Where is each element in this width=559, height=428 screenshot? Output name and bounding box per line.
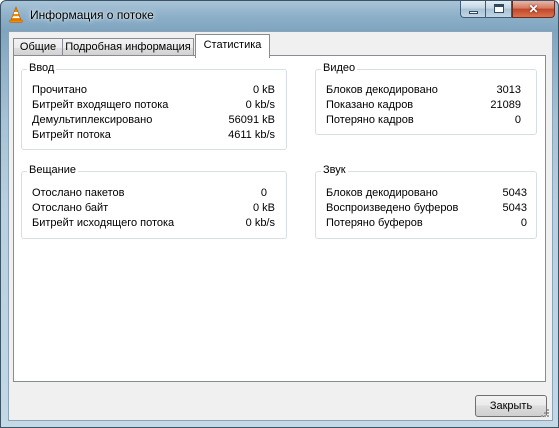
row-label: Потеряно кадров — [326, 114, 414, 126]
video-row-frames-lost: Потеряно кадров 0 — [326, 114, 521, 128]
input-row-stream-bitrate: Битрейт потока 4611 kb/s — [32, 129, 275, 143]
stream-out-group: Вещание Отослано пакетов 0 Отослано байт… — [21, 164, 287, 239]
row-value: 21089 — [490, 99, 521, 111]
window-title: Информация о потоке — [30, 8, 154, 22]
sout-row-bytes-sent: Отослано байт 0 kB — [32, 202, 275, 216]
row-value: 3013 — [496, 84, 521, 96]
row-label: Блоков декодировано — [326, 84, 438, 96]
row-label: Битрейт исходящего потока — [32, 217, 175, 229]
row-value: 56091 kB — [228, 114, 275, 126]
video-group: Видео Блоков декодировано 3013 Показано … — [315, 62, 537, 135]
audio-group: Звук Блоков декодировано 5043 Воспроизве… — [315, 164, 537, 239]
row-label: Потеряно буферов — [326, 217, 423, 229]
row-label: Битрейт входящего потока — [32, 99, 169, 111]
maximize-button[interactable] — [486, 1, 512, 18]
resize-grip-icon[interactable] — [540, 408, 550, 418]
row-value: 5043 — [502, 187, 527, 199]
video-row-frames-displayed: Показано кадров 21089 — [326, 99, 521, 113]
video-row-blocks-decoded: Блоков декодировано 3013 — [326, 84, 521, 98]
close-button[interactable]: Закрыть — [475, 395, 547, 417]
row-label: Отослано байт — [32, 202, 109, 214]
close-icon: ✕ — [528, 2, 539, 16]
row-value: 0 — [520, 217, 527, 229]
row-label: Отослано пакетов — [32, 187, 125, 199]
row-label: Прочитано — [32, 84, 87, 96]
statistics-panel: Ввод Прочитано 0 kB Битрейт входящего по… — [13, 55, 546, 382]
row-value: 5043 — [502, 202, 527, 214]
row-value: 4611 kb/s — [228, 129, 275, 141]
sout-row-packets-sent: Отослано пакетов 0 — [32, 187, 275, 201]
audio-row-buffers-played: Воспроизведено буферов 5043 — [326, 202, 527, 216]
row-label: Демультиплексировано — [32, 114, 153, 126]
video-group-title: Видео — [321, 62, 358, 74]
row-value: 0 kB — [252, 84, 275, 96]
sout-row-output-bitrate: Битрейт исходящего потока 0 kb/s — [32, 217, 275, 231]
vlc-cone-icon — [9, 6, 23, 23]
maximize-icon — [494, 4, 504, 13]
row-value: 0 kb/s — [245, 217, 275, 229]
row-label: Показано кадров — [326, 99, 414, 111]
row-value: 0 kB — [252, 202, 275, 214]
row-value: 0 — [514, 114, 521, 126]
minimize-button[interactable] — [460, 1, 486, 18]
row-label: Блоков декодировано — [326, 187, 438, 199]
input-row-read: Прочитано 0 kB — [32, 84, 275, 98]
tab-statistics[interactable]: Статистика — [195, 34, 270, 58]
audio-row-buffers-lost: Потеряно буферов 0 — [326, 217, 527, 231]
input-group-title: Ввод — [27, 62, 57, 74]
input-row-input-bitrate: Битрейт входящего потока 0 kb/s — [32, 99, 275, 113]
row-value: 0 — [260, 187, 267, 199]
input-row-demuxed: Демультиплексировано 56091 kB — [32, 114, 275, 128]
dialog-client-area: Общие Подробная информация Статистика Вв… — [8, 31, 553, 421]
row-label: Воспроизведено буферов — [326, 202, 459, 214]
window-close-button[interactable]: ✕ — [512, 1, 555, 18]
stream-info-window: Информация о потоке ✕ Общие Подробная ин… — [0, 0, 559, 428]
row-value: 0 kb/s — [245, 99, 275, 111]
stream-out-group-title: Вещание — [27, 164, 78, 176]
audio-group-title: Звук — [321, 164, 348, 176]
audio-row-blocks-decoded: Блоков декодировано 5043 — [326, 187, 527, 201]
title-bar[interactable]: Информация о потоке ✕ — [1, 1, 558, 30]
minimize-icon — [469, 11, 478, 14]
input-group: Ввод Прочитано 0 kB Битрейт входящего по… — [21, 62, 287, 150]
row-label: Битрейт потока — [32, 129, 111, 141]
